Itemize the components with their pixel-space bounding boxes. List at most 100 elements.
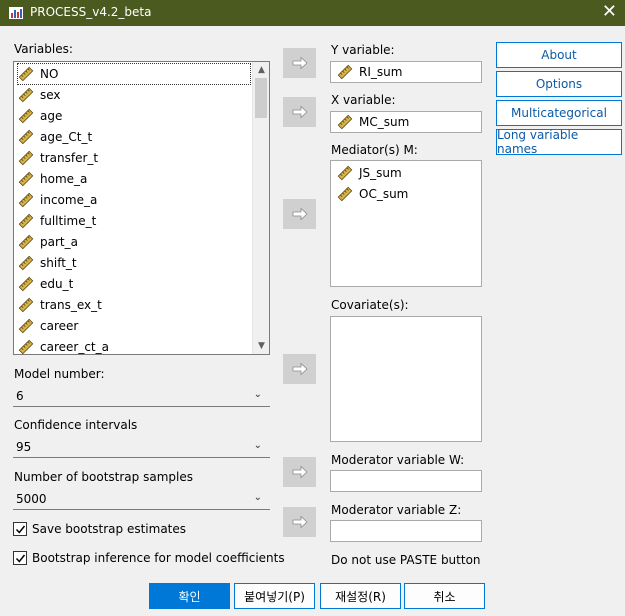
move-to-y-button[interactable] — [283, 48, 316, 78]
variable-list-item[interactable]: sex — [18, 85, 61, 105]
arrow-right-icon — [292, 515, 308, 529]
variable-list-item[interactable]: NO — [17, 63, 251, 85]
x-variable-field[interactable]: MC_sum — [330, 111, 482, 133]
scroll-down-icon[interactable]: ▼ — [253, 338, 269, 354]
variable-name: home_a — [40, 172, 88, 186]
arrow-right-icon — [292, 105, 308, 119]
variable-name: age — [40, 109, 63, 123]
checkmark-icon[interactable] — [13, 522, 27, 536]
ok-button[interactable]: 확인 — [149, 583, 230, 609]
variables-scrollbar[interactable]: ▲ ▼ — [252, 62, 269, 354]
paste-note: Do not use PASTE button — [331, 553, 481, 567]
model-number-value: 6 — [16, 389, 24, 403]
variable-list-item[interactable]: income_a — [18, 190, 97, 210]
y-variable-field[interactable]: RI_sum — [330, 61, 482, 83]
variable-name: transfer_t — [40, 151, 99, 165]
scale-ruler-icon — [337, 165, 353, 181]
scale-ruler-icon — [18, 108, 34, 124]
variable-name: trans_ex_t — [40, 298, 102, 312]
variable-list-item[interactable]: career_ct_a — [18, 337, 109, 354]
arrow-right-icon — [292, 362, 308, 376]
scale-ruler-icon — [18, 192, 34, 208]
variable-list-item[interactable]: shift_t — [18, 253, 77, 273]
scale-ruler-icon — [337, 186, 353, 202]
variable-list-item[interactable]: home_a — [18, 169, 87, 189]
arrow-right-icon — [292, 56, 308, 70]
variable-list-item[interactable]: trans_ex_t — [18, 295, 102, 315]
title-bar: PROCESS_v4.2_beta ✕ — [0, 0, 625, 26]
scale-ruler-icon — [18, 150, 34, 166]
scale-ruler-icon — [18, 339, 34, 354]
variable-name: NO — [40, 67, 59, 81]
confidence-intervals-value: 95 — [16, 440, 32, 454]
bootstrap-samples-label: Number of bootstrap samples — [14, 470, 193, 484]
variable-name: part_a — [40, 235, 78, 249]
about-button[interactable]: About — [496, 42, 622, 68]
variable-name: career_ct_a — [40, 340, 109, 354]
mediator-item[interactable]: OC_sum — [337, 184, 408, 204]
covariates-list[interactable] — [330, 316, 482, 442]
moderator-z-field[interactable] — [330, 520, 482, 542]
variable-name: edu_t — [40, 277, 74, 291]
bootstrap-samples-select[interactable]: 5000 ⌄ — [13, 488, 270, 510]
move-to-mediator-button[interactable] — [283, 199, 316, 229]
covariates-label: Covariate(s): — [331, 298, 409, 312]
bootstrap-inference-checkbox[interactable]: Bootstrap inference for model coefficien… — [13, 551, 285, 565]
chevron-down-icon: ⌄ — [253, 389, 262, 400]
moderator-w-field[interactable] — [330, 470, 482, 492]
variable-list-item[interactable]: career — [18, 316, 78, 336]
y-variable-label: Y variable: — [331, 43, 395, 57]
variable-list-item[interactable]: edu_t — [18, 274, 73, 294]
confidence-intervals-select[interactable]: 95 ⌄ — [13, 436, 270, 458]
variable-list-item[interactable]: part_a — [18, 232, 78, 252]
model-number-label: Model number: — [14, 367, 105, 381]
mediators-list[interactable]: JS_sum OC_sum — [330, 160, 482, 287]
reset-button[interactable]: 재설정(R) — [320, 583, 401, 609]
multicategorical-button[interactable]: Multicategorical — [496, 100, 622, 126]
variables-list[interactable]: ▲ ▼ NO sex age age_Ct_t transfer_t home_ainco… — [13, 61, 270, 355]
checkmark-icon[interactable] — [13, 551, 27, 565]
window-title: PROCESS_v4.2_beta — [30, 5, 152, 19]
long-variable-names-button[interactable]: Long variable names — [496, 128, 622, 156]
variable-list-item[interactable]: age — [18, 106, 62, 126]
save-bootstrap-checkbox[interactable]: Save bootstrap estimates — [13, 522, 186, 536]
variable-name: income_a — [40, 193, 98, 207]
x-variable-value: MC_sum — [359, 115, 410, 129]
bootstrap-samples-value: 5000 — [16, 492, 47, 506]
mediators-label: Mediator(s) M: — [331, 143, 418, 157]
arrow-right-icon — [292, 465, 308, 479]
move-to-moderator-z-button[interactable] — [283, 507, 316, 537]
app-icon — [9, 7, 23, 19]
variable-name: age_Ct_t — [40, 130, 93, 144]
move-to-covariate-button[interactable] — [283, 354, 316, 384]
scale-ruler-icon — [18, 255, 34, 271]
scale-ruler-icon — [337, 64, 353, 80]
variable-list-item[interactable]: fulltime_t — [18, 211, 96, 231]
scale-ruler-icon — [18, 234, 34, 250]
confidence-intervals-label: Confidence intervals — [14, 418, 138, 432]
paste-button[interactable]: 붙여넣기(P) — [234, 583, 315, 609]
scroll-up-icon[interactable]: ▲ — [253, 62, 269, 78]
variable-list-item[interactable]: transfer_t — [18, 148, 98, 168]
cancel-button[interactable]: 취소 — [404, 583, 485, 609]
model-number-select[interactable]: 6 ⌄ — [13, 385, 270, 407]
close-icon[interactable]: ✕ — [602, 1, 617, 23]
scale-ruler-icon — [18, 297, 34, 313]
variable-list-item[interactable]: age_Ct_t — [18, 127, 92, 147]
scale-ruler-icon — [18, 129, 34, 145]
scale-ruler-icon — [337, 114, 353, 130]
chevron-down-icon: ⌄ — [253, 492, 262, 503]
move-to-x-button[interactable] — [283, 97, 316, 127]
variable-name: sex — [40, 88, 61, 102]
arrow-right-icon — [292, 207, 308, 221]
variables-label: Variables: — [14, 42, 73, 56]
chevron-down-icon: ⌄ — [253, 440, 262, 451]
mediator-item[interactable]: JS_sum — [337, 163, 402, 183]
variable-name: career — [40, 319, 79, 333]
move-to-moderator-w-button[interactable] — [283, 457, 316, 487]
moderator-z-label: Moderator variable Z: — [331, 503, 462, 517]
scrollbar-thumb[interactable] — [255, 78, 267, 118]
scale-ruler-icon — [18, 213, 34, 229]
y-variable-item: RI_sum — [337, 62, 402, 82]
options-button[interactable]: Options — [496, 71, 622, 97]
